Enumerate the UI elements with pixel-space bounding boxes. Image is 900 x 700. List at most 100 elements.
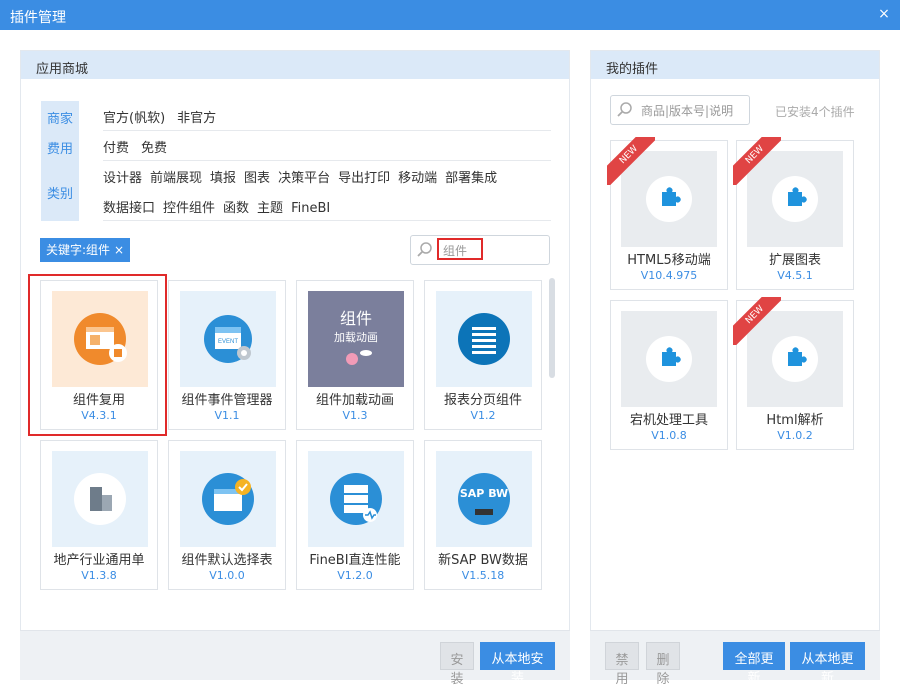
update-all-button[interactable]: 全部更新: [723, 642, 785, 686]
plugin-name: 地产行业通用单: [53, 553, 145, 568]
new-badge: NEW: [733, 137, 781, 185]
window-title: 插件管理: [10, 10, 66, 26]
category-platform[interactable]: 决策平台: [278, 167, 330, 186]
fee-option-paid[interactable]: 付费: [103, 137, 129, 156]
category-theme[interactable]: 主题: [257, 197, 283, 216]
category-options-row2: 数据接口 控件组件 函数 主题 FineBI: [103, 197, 551, 221]
plugin-version: V1.0.8: [651, 429, 687, 442]
plugin-name: 报表分页组件: [443, 393, 522, 408]
plugin-version: V1.5.18: [461, 569, 505, 582]
category-fill[interactable]: 填报: [210, 167, 236, 186]
server-icon: [330, 473, 382, 525]
search-icon: [617, 102, 632, 117]
category-widget[interactable]: 控件组件: [163, 197, 215, 216]
plugin-name: 宕机处理工具: [629, 413, 708, 428]
new-badge: NEW: [607, 137, 655, 185]
filter-tab-vendor[interactable]: 商家: [41, 108, 79, 127]
filter-area: 商家 费用 类别 官方(帆软) 非官方 付费 免费 设计器 前端展现 填报 图表 决策平台导…: [41, 101, 551, 221]
plugin-thumb: [436, 291, 532, 387]
plugin-card-event-manager[interactable]: EVENT 组件事件管理器 V1.1: [168, 280, 286, 430]
plugin-name: 组件加载动画: [315, 393, 394, 408]
category-designer[interactable]: 设计器: [103, 167, 142, 186]
plugin-name: 扩展图表: [768, 253, 821, 268]
disable-button[interactable]: 禁用: [605, 642, 639, 687]
plugin-name: Html解析: [766, 413, 824, 428]
category-options-row1: 设计器 前端展现 填报 图表 决策平台 导出打印 移动端 部署集成: [103, 167, 551, 191]
app-store-header: 应用商城: [21, 51, 569, 79]
installed-plugin-crash-tool[interactable]: 宕机处理工具 V1.0.8: [610, 300, 728, 450]
vendor-option-official[interactable]: 官方(帆软): [103, 107, 165, 126]
plugin-version: V1.0.0: [209, 569, 245, 582]
keyword-tag-close-icon[interactable]: ×: [114, 243, 124, 257]
plugin-card-default-select[interactable]: 组件默认选择表 V1.0.0: [168, 440, 286, 590]
plugin-version: V1.2.0: [337, 569, 373, 582]
my-plugins-search-input[interactable]: 商品|版本号|说明: [610, 95, 750, 125]
plugin-name: 组件事件管理器: [181, 393, 273, 408]
update-local-button[interactable]: 从本地更新: [790, 642, 865, 686]
category-data-interface[interactable]: 数据接口: [103, 197, 155, 216]
form-check-icon: [202, 473, 254, 525]
plugin-card-real-estate[interactable]: 地产行业通用单 V1.3.8: [40, 440, 158, 590]
plugin-thumb: EVENT: [180, 291, 276, 387]
store-scrollbar[interactable]: [549, 278, 555, 378]
selected-card-highlight: [28, 274, 167, 436]
event-calendar-icon: EVENT: [204, 315, 252, 363]
installed-plugin-html5-mobile[interactable]: NEW HTML5移动端 V10.4.975: [607, 137, 728, 290]
plugin-version: V1.1: [214, 409, 240, 422]
plugin-version: V1.3: [342, 409, 368, 422]
plugin-thumb: [52, 451, 148, 547]
vendor-options: 官方(帆软) 非官方: [103, 107, 551, 131]
close-icon[interactable]: ×: [876, 6, 892, 22]
plugin-name: 组件默认选择表: [181, 553, 273, 568]
plugin-card-loading-animation[interactable]: 组件 加载动画 组件加载动画 V1.3: [296, 280, 414, 430]
plugin-card-sap-bw[interactable]: SAP BW 新SAP BW数据 V1.5.18: [424, 440, 542, 590]
fee-options: 付费 免费: [103, 137, 551, 161]
category-function[interactable]: 函数: [223, 197, 249, 216]
category-mobile[interactable]: 移动端: [398, 167, 437, 186]
plugin-version: V1.3.8: [81, 569, 117, 582]
filter-tabs: 商家 费用 类别: [41, 101, 79, 221]
category-chart[interactable]: 图表: [244, 167, 270, 186]
puzzle-icon: [646, 336, 692, 382]
category-deploy[interactable]: 部署集成: [445, 167, 497, 186]
install-local-button[interactable]: 从本地安装: [480, 642, 555, 686]
list-icon: [458, 313, 510, 365]
keyword-tag-label: 关键字:组件: [46, 243, 111, 257]
vendor-option-unofficial[interactable]: 非官方: [177, 107, 216, 126]
filter-tab-category[interactable]: 类别: [41, 183, 79, 202]
search-highlight-box: [437, 238, 483, 260]
installed-count: 已安装4个插件: [775, 105, 855, 119]
plugin-thumb: 组件 加载动画: [308, 291, 404, 387]
my-plugins-search-placeholder: 商品|版本号|说明: [641, 104, 734, 118]
plugin-card-report-pagination[interactable]: 报表分页组件 V1.2: [424, 280, 542, 430]
new-badge: NEW: [733, 297, 781, 345]
plugin-version: V4.5.1: [777, 269, 813, 282]
installed-plugin-ext-chart[interactable]: NEW 扩展图表 V4.5.1: [733, 137, 854, 290]
thumb-title: SAP BW: [459, 487, 509, 500]
category-finebi[interactable]: FineBI: [291, 201, 330, 216]
my-plugins-header: 我的插件: [591, 51, 879, 79]
plugin-version: V10.4.975: [640, 269, 698, 282]
plugin-thumb: [621, 311, 717, 407]
plugin-thumb: [180, 451, 276, 547]
plugin-version: V1.0.2: [777, 429, 813, 442]
plugin-name: FineBI直连性能: [309, 553, 401, 568]
svg-text:EVENT: EVENT: [218, 339, 238, 345]
building-icon: [74, 473, 126, 525]
delete-button[interactable]: 删除: [646, 642, 680, 687]
plugin-thumb: [308, 451, 404, 547]
plugin-thumb: SAP BW: [436, 451, 532, 547]
title-bar: 插件管理 ×: [0, 0, 900, 30]
filter-tab-fee[interactable]: 费用: [41, 138, 79, 157]
keyword-tag: 关键字:组件 ×: [40, 238, 131, 262]
plugin-name: HTML5移动端: [627, 253, 711, 268]
plugin-card-finebi-direct[interactable]: FineBI直连性能 V1.2.0: [296, 440, 414, 590]
installed-plugin-html-parse[interactable]: NEW Html解析 V1.0.2: [733, 297, 854, 450]
category-frontend[interactable]: 前端展现: [150, 167, 202, 186]
plugin-name: 新SAP BW数据: [438, 553, 528, 568]
install-button[interactable]: 安装: [440, 642, 474, 687]
pig-icon: [346, 350, 372, 365]
category-export[interactable]: 导出打印: [338, 167, 390, 186]
search-icon: [417, 242, 432, 257]
fee-option-free[interactable]: 免费: [141, 137, 167, 156]
